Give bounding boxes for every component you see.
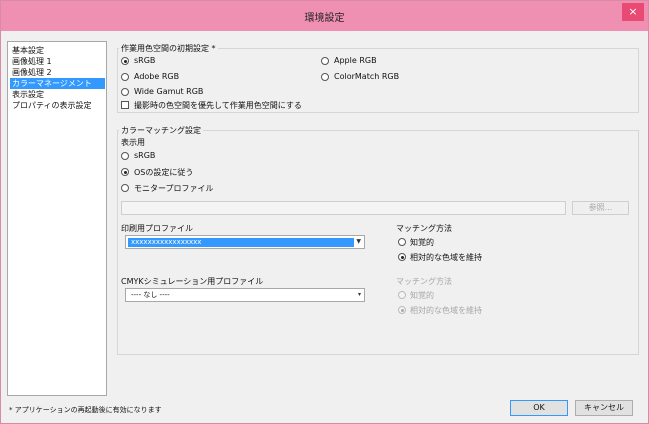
radio-cmyk-perceptual-label: 知覚的 bbox=[410, 291, 434, 300]
radio-srgb[interactable] bbox=[121, 57, 129, 65]
radio-colormatch-rgb[interactable] bbox=[321, 73, 329, 81]
print-profile-select[interactable]: xxxxxxxxxxxxxxxxx ▼ bbox=[125, 235, 365, 249]
cmyk-intent-label: マッチング方法 bbox=[396, 277, 452, 286]
radio-display-monitor-profile-label[interactable]: モニタープロファイル bbox=[134, 183, 214, 194]
radio-apple-rgb-label[interactable]: Apple RGB bbox=[334, 56, 377, 65]
preferences-window: 環境設定 × 基本設定 画像処理 1 画像処理 2 カラーマネージメント 表示設… bbox=[0, 0, 649, 424]
radio-display-follow-os-label[interactable]: OSの設定に従う bbox=[134, 167, 193, 178]
cmyk-profile-select[interactable]: ---- なし ---- ▾ bbox=[125, 288, 365, 302]
radio-display-follow-os[interactable] bbox=[121, 168, 129, 176]
radio-display-monitor-profile[interactable] bbox=[121, 184, 129, 192]
display-section-label: 表示用 bbox=[121, 138, 145, 147]
radio-print-perceptual-label[interactable]: 知覚的 bbox=[410, 237, 434, 248]
sidebar-item-image-processing-2[interactable]: 画像処理 2 bbox=[10, 67, 105, 78]
sidebar-item-color-management[interactable]: カラーマネージメント bbox=[10, 78, 105, 89]
radio-wide-gamut-rgb[interactable] bbox=[121, 88, 129, 96]
prefer-shooting-color-space-checkbox[interactable] bbox=[121, 101, 129, 109]
window-title: 環境設定 bbox=[304, 13, 345, 24]
ok-button[interactable]: OK bbox=[510, 400, 568, 416]
radio-cmyk-relative-colorimetric bbox=[398, 306, 406, 314]
radio-print-perceptual[interactable] bbox=[398, 238, 406, 246]
title-bar[interactable]: 環境設定 × bbox=[1, 1, 648, 31]
radio-wide-gamut-rgb-label[interactable]: Wide Gamut RGB bbox=[134, 87, 203, 96]
radio-adobe-rgb[interactable] bbox=[121, 73, 129, 81]
monitor-profile-path-field bbox=[121, 201, 566, 215]
radio-cmyk-perceptual bbox=[398, 291, 406, 299]
sidebar-item-property-display[interactable]: プロパティの表示設定 bbox=[10, 100, 105, 111]
radio-cmyk-relative-colorimetric-label: 相対的な色域を維持 bbox=[410, 306, 482, 315]
color-matching-title: カラーマッチング設定 bbox=[119, 125, 203, 136]
sidebar-item-image-processing-1[interactable]: 画像処理 1 bbox=[10, 56, 105, 67]
working-space-title: 作業用色空間の初期設定 * bbox=[119, 43, 218, 54]
cancel-button[interactable]: キャンセル bbox=[575, 400, 633, 416]
restart-note: * アプリケーションの再起動後に有効になります bbox=[9, 406, 162, 414]
radio-apple-rgb[interactable] bbox=[321, 57, 329, 65]
browse-button: 参照... bbox=[572, 201, 629, 215]
dialog-content: 基本設定 画像処理 1 画像処理 2 カラーマネージメント 表示設定 プロパティ… bbox=[1, 31, 648, 423]
radio-srgb-label[interactable]: sRGB bbox=[134, 56, 155, 65]
sidebar-item-display[interactable]: 表示設定 bbox=[10, 89, 105, 100]
prefer-shooting-color-space-label[interactable]: 撮影時の色空間を優先して作業用色空間にする bbox=[134, 100, 302, 111]
print-profile-label: 印刷用プロファイル bbox=[121, 224, 193, 233]
cmyk-profile-label: CMYKシミュレーション用プロファイル bbox=[121, 277, 264, 286]
radio-display-srgb[interactable] bbox=[121, 152, 129, 160]
sidebar-item-basic[interactable]: 基本設定 bbox=[10, 45, 105, 56]
radio-print-relative-colorimetric-label[interactable]: 相対的な色域を維持 bbox=[410, 252, 482, 263]
dropdown-arrow-icon: ▼ bbox=[356, 238, 361, 245]
dropdown-arrow-icon: ▾ bbox=[357, 291, 361, 298]
cmyk-profile-value: ---- なし ---- bbox=[131, 291, 170, 299]
print-intent-label: マッチング方法 bbox=[396, 224, 452, 233]
close-button[interactable]: × bbox=[622, 3, 644, 21]
radio-display-srgb-label[interactable]: sRGB bbox=[134, 151, 155, 160]
radio-colormatch-rgb-label[interactable]: ColorMatch RGB bbox=[334, 72, 399, 81]
print-profile-value: xxxxxxxxxxxxxxxxx bbox=[128, 238, 354, 247]
category-list[interactable]: 基本設定 画像処理 1 画像処理 2 カラーマネージメント 表示設定 プロパティ… bbox=[7, 41, 107, 396]
radio-print-relative-colorimetric[interactable] bbox=[398, 253, 406, 261]
radio-adobe-rgb-label[interactable]: Adobe RGB bbox=[134, 72, 179, 81]
